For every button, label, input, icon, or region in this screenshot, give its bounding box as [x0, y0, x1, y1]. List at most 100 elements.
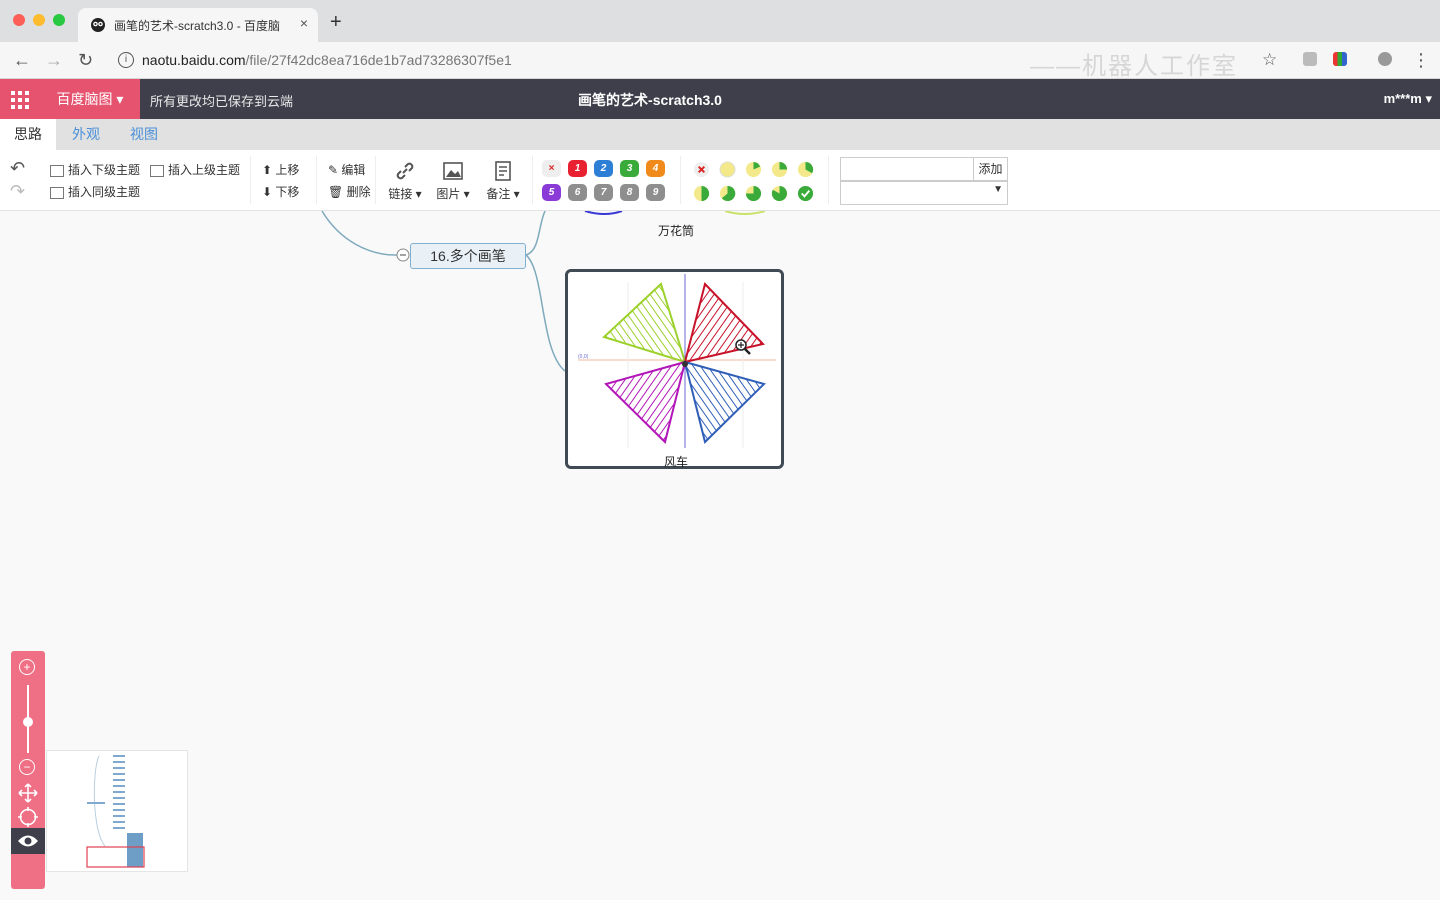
- priority-5-button[interactable]: 5: [542, 184, 561, 201]
- zoom-slider-handle[interactable]: [23, 717, 33, 727]
- divider: [828, 156, 829, 204]
- trash-icon: 🗑: [328, 185, 347, 199]
- minimap-preview: [86, 755, 145, 868]
- collapse-toggle-icon[interactable]: [396, 248, 410, 262]
- eye-icon: [18, 835, 38, 847]
- divider: [680, 156, 681, 204]
- image-button[interactable]: 图片 ▾: [433, 160, 473, 202]
- add-tag-button[interactable]: 添加: [973, 157, 1008, 181]
- watermark-text: ——机器人工作室: [1030, 53, 1238, 80]
- image-caption-kaleidoscope: 万花筒: [658, 224, 695, 238]
- insert-parent-icon: [150, 164, 164, 177]
- priority-2-button[interactable]: 2: [594, 160, 613, 177]
- document-title[interactable]: 画笔的艺术-scratch3.0: [0, 90, 1300, 110]
- tab-appearance[interactable]: 外观: [58, 119, 114, 150]
- image-topic-node[interactable]: (0,0) 风车: [565, 269, 784, 469]
- priority-7-button[interactable]: 7: [594, 184, 613, 201]
- priority-9-button[interactable]: 9: [646, 184, 665, 201]
- link-button[interactable]: 链接 ▾: [385, 160, 425, 202]
- new-tab-button[interactable]: +: [330, 11, 342, 34]
- priority-1-button[interactable]: 1: [568, 160, 587, 177]
- insert-sibling-label: 插入同级主题: [68, 185, 141, 199]
- insert-child-icon: [50, 164, 64, 177]
- arrow-down-icon: ⬇: [262, 185, 276, 199]
- pencil-icon: ✎: [328, 163, 342, 177]
- browser-menu-icon[interactable]: ⋮: [1412, 50, 1430, 71]
- note-label: 备注 ▾: [486, 187, 520, 201]
- move-up-button[interactable]: ⬆ 上移: [262, 161, 299, 178]
- insert-parent-button[interactable]: 插入上级主题: [150, 161, 240, 178]
- tab-view[interactable]: 视图: [116, 119, 172, 150]
- insert-sibling-button[interactable]: 插入同级主题: [50, 183, 140, 200]
- tab-close-icon[interactable]: ×: [300, 15, 308, 31]
- url-path: /file/27f42dc8ea716de1b7ad73286307f5e1: [245, 52, 512, 68]
- delete-button[interactable]: 🗑 删除: [328, 183, 371, 200]
- note-button[interactable]: 备注 ▾: [483, 160, 523, 202]
- divider: [532, 156, 533, 204]
- priority-remove-button[interactable]: ×: [542, 160, 561, 177]
- profile-avatar-icon[interactable]: [1378, 52, 1392, 66]
- move-down-label: 下移: [275, 185, 300, 199]
- progress-6-icon[interactable]: [745, 185, 762, 202]
- divider: [375, 156, 376, 204]
- tag-select[interactable]: ▼: [840, 181, 1008, 205]
- redo-icon[interactable]: ↷: [10, 181, 25, 202]
- topic-node[interactable]: 16.多个画笔: [410, 243, 526, 269]
- zoom-in-icon[interactable]: +: [19, 659, 35, 675]
- progress-1-icon[interactable]: [745, 161, 762, 178]
- link-label: 链接 ▾: [388, 187, 422, 201]
- navigator-toggle[interactable]: [11, 828, 45, 854]
- forward-icon[interactable]: →: [45, 50, 63, 71]
- app-header: 百度脑图 ▾ 所有更改均已保存到云端 画笔的艺术-scratch3.0 m***…: [0, 79, 1440, 119]
- image-label: 图片 ▾: [436, 187, 470, 201]
- browser-tab[interactable]: 画笔的艺术-scratch3.0 - 百度脑 ×: [78, 8, 318, 42]
- bookmark-star-icon[interactable]: ☆: [1262, 50, 1277, 70]
- move-up-label: 上移: [275, 163, 300, 177]
- undo-icon[interactable]: ↶: [10, 158, 25, 179]
- url-text: naotu.baidu.com/file/27f42dc8ea716de1b7a…: [142, 52, 512, 68]
- reload-icon[interactable]: ↻: [78, 50, 93, 71]
- arrow-up-icon: ⬆: [262, 163, 276, 177]
- maximize-window-button[interactable]: [53, 14, 65, 26]
- priority-4-button[interactable]: 4: [646, 160, 665, 177]
- progress-7-icon[interactable]: [771, 185, 788, 202]
- site-info-icon[interactable]: i: [118, 52, 134, 68]
- locate-icon[interactable]: [18, 807, 38, 827]
- extension-icon[interactable]: [1333, 52, 1347, 66]
- user-menu[interactable]: m***m ▾: [1384, 91, 1432, 107]
- chevron-down-icon: ▼: [993, 184, 1003, 195]
- progress-2-icon[interactable]: [771, 161, 788, 178]
- progress-0-icon[interactable]: [719, 161, 736, 178]
- tab-thinking[interactable]: 思路: [0, 119, 56, 150]
- ribbon-tabs: 思路 外观 视图: [0, 119, 1440, 150]
- priority-6-button[interactable]: 6: [568, 184, 587, 201]
- minimize-window-button[interactable]: [33, 14, 45, 26]
- minimap[interactable]: [46, 750, 188, 872]
- insert-child-button[interactable]: 插入下级主题: [50, 161, 140, 178]
- priority-8-button[interactable]: 8: [620, 184, 639, 201]
- insert-parent-label: 插入上级主题: [168, 163, 241, 177]
- edit-button[interactable]: ✎ 编辑: [328, 161, 365, 178]
- progress-done-icon[interactable]: [797, 185, 814, 202]
- image-caption-windmill: 风车: [664, 455, 689, 469]
- extension-icon[interactable]: [1303, 52, 1317, 66]
- tab-title: 画笔的艺术-scratch3.0 - 百度脑: [114, 19, 281, 33]
- move-icon[interactable]: [18, 783, 38, 803]
- zoom-out-icon[interactable]: −: [19, 759, 35, 775]
- progress-5-icon[interactable]: [719, 185, 736, 202]
- address-bar: ← → ↻ i naotu.baidu.com/file/27f42dc8ea7…: [0, 42, 1440, 80]
- image-icon: [443, 162, 463, 180]
- back-icon[interactable]: ←: [13, 50, 31, 71]
- progress-remove-icon[interactable]: [693, 161, 710, 178]
- zoom-panel: + −: [11, 651, 45, 889]
- priority-3-button[interactable]: 3: [620, 160, 639, 177]
- progress-4-icon[interactable]: [693, 185, 710, 202]
- windmill-image: (0,0): [578, 274, 776, 448]
- move-down-button[interactable]: ⬇ 下移: [262, 183, 299, 200]
- tag-input[interactable]: [840, 157, 974, 181]
- url-host: naotu.baidu.com: [142, 52, 246, 68]
- progress-3-icon[interactable]: [797, 161, 814, 178]
- edit-label: 编辑: [341, 163, 366, 177]
- close-window-button[interactable]: [13, 14, 25, 26]
- divider: [250, 156, 251, 204]
